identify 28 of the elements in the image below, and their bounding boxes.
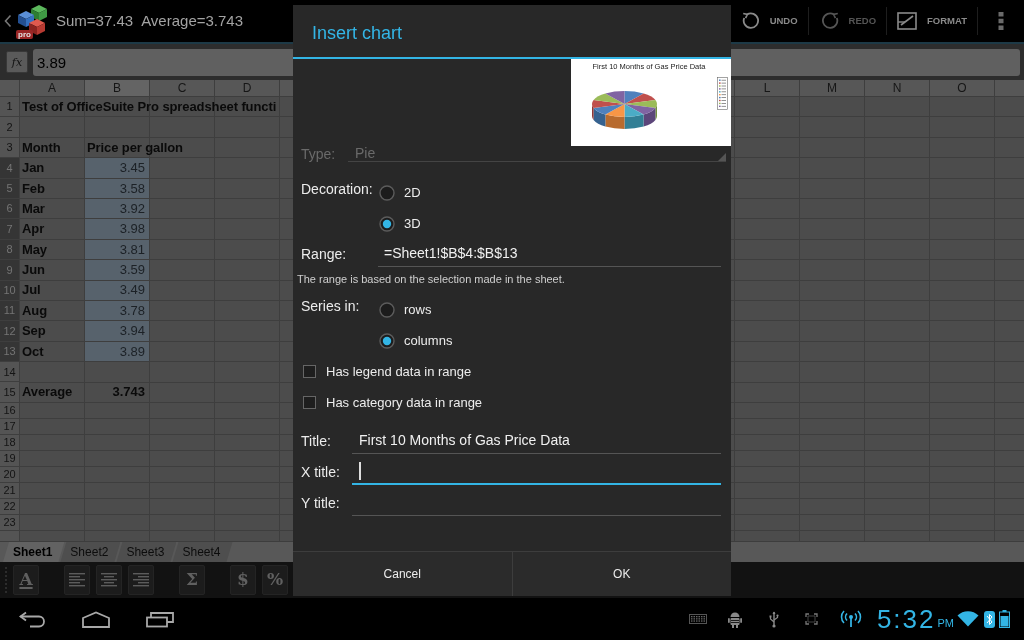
field-label: Title: — [301, 433, 331, 449]
hint-text: The range is based on the selection made in the sheet. — [297, 273, 565, 285]
selection-average: Average=3.743 — [141, 10, 244, 31]
table-cell: 3.92 — [85, 198, 150, 220]
table-cell: 3.45 — [85, 158, 150, 179]
table-cell: Average — [20, 382, 85, 403]
field-label: X title: — [301, 464, 340, 480]
field-label: Type: — [301, 146, 336, 162]
clock-time: 5:32 — [876, 605, 936, 633]
table-cell: 3.743 — [85, 382, 150, 403]
selection-sum: Sum=37.43 — [56, 10, 134, 31]
table-cell: 3.78 — [85, 300, 150, 322]
table-cell: 3.59 — [85, 260, 150, 281]
dialog-title: Insert chart — [312, 21, 403, 45]
table-cell: 3.81 — [85, 239, 150, 261]
table-cell: 3.49 — [85, 280, 150, 301]
edition-label: pro — [16, 30, 33, 39]
field-label: Series in: — [301, 298, 360, 314]
field-label: Decoration: — [301, 181, 373, 197]
table-cell: 3.89 — [85, 341, 150, 363]
table-cell: Month — [20, 137, 85, 159]
table-cell: 3.58 — [85, 178, 150, 199]
table-cell: Test of OfficeSuite Pro spreadsheet functi — [20, 97, 280, 118]
field-label: Y title: — [301, 495, 340, 511]
clock-period: PM — [937, 615, 954, 631]
field-label: Range: — [301, 246, 347, 262]
table-cell: 3.98 — [85, 219, 150, 240]
table-cell: 3.94 — [85, 321, 150, 342]
